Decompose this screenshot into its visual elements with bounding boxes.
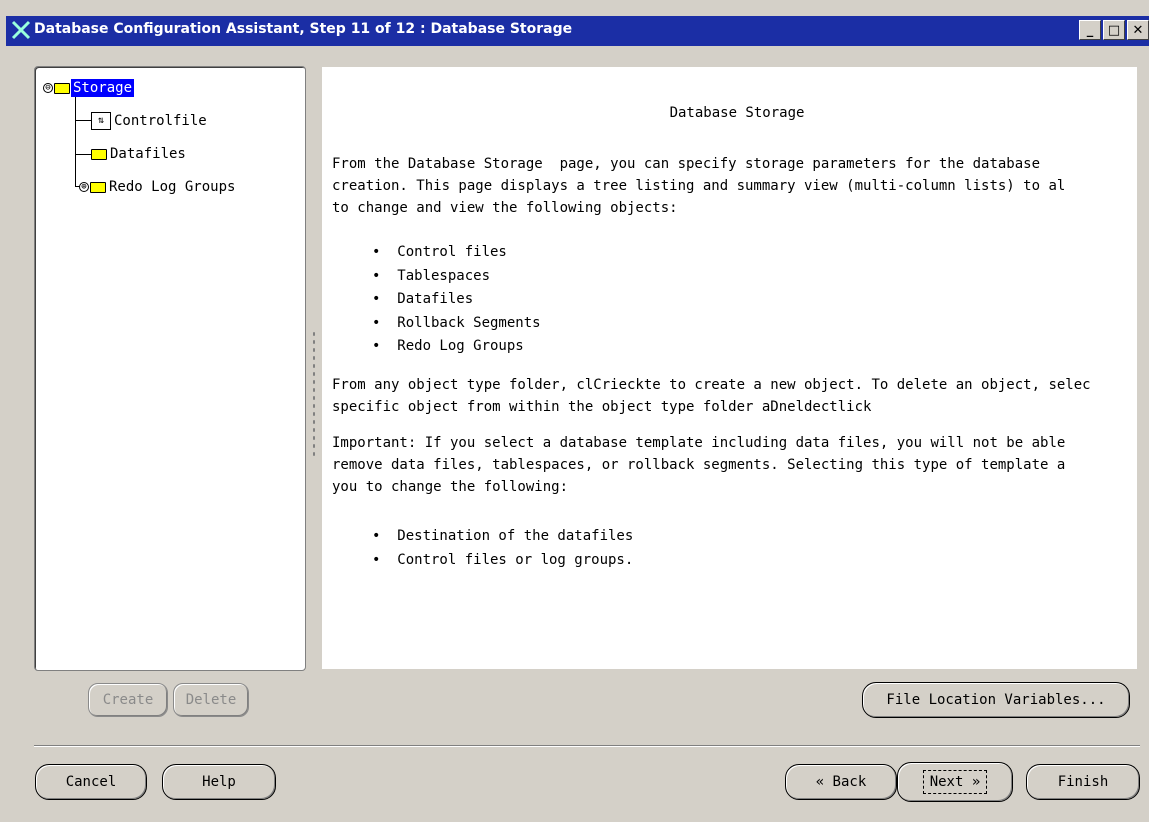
app-x-icon bbox=[11, 20, 31, 40]
content-paragraph-create-delete: From any object type folder, clCrieckte … bbox=[332, 377, 1091, 415]
tree-label-controlfile: Controlfile bbox=[114, 113, 207, 129]
controlfile-icon: ⇅ bbox=[91, 112, 111, 130]
tree-connector bbox=[75, 97, 76, 187]
content-title: Database Storage bbox=[669, 105, 805, 121]
tree-connector bbox=[75, 120, 91, 121]
back-button[interactable]: « Back bbox=[785, 764, 897, 800]
panel-splitter[interactable] bbox=[312, 330, 316, 460]
tree-node-storage[interactable]: ⊖ Storage bbox=[43, 77, 135, 99]
title-bar-inner[interactable]: Database Configuration Assistant, Step 1… bbox=[6, 16, 1149, 46]
object-list: • Control files • Tablespaces • Datafile… bbox=[372, 244, 541, 354]
tree-connector bbox=[75, 154, 91, 155]
delete-button[interactable]: Delete bbox=[173, 683, 249, 717]
content-paragraph-intro: From the Database Storage page, you can … bbox=[332, 156, 1066, 216]
collapse-icon[interactable]: ⊖ bbox=[43, 83, 53, 93]
next-button[interactable]: Next » bbox=[897, 762, 1013, 802]
template-change-list: • Destination of the datafiles • Control… bbox=[372, 528, 634, 568]
tree-node-controlfile[interactable]: ⇅ Controlfile bbox=[91, 110, 209, 132]
next-button-label: Next » bbox=[922, 770, 988, 794]
folder-icon bbox=[90, 181, 106, 193]
folder-icon bbox=[91, 148, 107, 160]
separator bbox=[34, 745, 1140, 747]
help-button[interactable]: Help bbox=[162, 764, 276, 800]
tree-node-datafiles[interactable]: Datafiles bbox=[91, 143, 188, 165]
storage-tree[interactable]: ⊖ Storage ⇅ Controlfile Datafiles ⊕ Redo… bbox=[34, 66, 306, 671]
window-title: Database Configuration Assistant, Step 1… bbox=[34, 21, 573, 37]
cancel-button[interactable]: Cancel bbox=[35, 764, 147, 800]
help-content-panel: Database Storage From the Database Stora… bbox=[322, 67, 1137, 669]
title-bar: Database Configuration Assistant, Step 1… bbox=[0, 0, 1149, 46]
file-location-variables-button[interactable]: File Location Variables... bbox=[862, 682, 1130, 718]
tree-node-redo-log-groups[interactable]: ⊕ Redo Log Groups bbox=[79, 176, 237, 198]
maximize-button[interactable]: □ bbox=[1103, 20, 1125, 40]
folder-icon bbox=[54, 82, 70, 94]
window-controls: _ □ ✕ bbox=[1077, 20, 1149, 42]
tree-label-redo-log-groups: Redo Log Groups bbox=[109, 179, 236, 195]
close-button[interactable]: ✕ bbox=[1127, 20, 1149, 40]
create-button[interactable]: Create bbox=[88, 683, 168, 717]
finish-button[interactable]: Finish bbox=[1026, 764, 1140, 800]
minimize-button[interactable]: _ bbox=[1079, 20, 1101, 40]
expand-icon[interactable]: ⊕ bbox=[79, 182, 89, 192]
tree-label-storage: Storage bbox=[71, 79, 135, 97]
content-paragraph-important: Important: If you select a database temp… bbox=[332, 435, 1066, 495]
tree-label-datafiles: Datafiles bbox=[110, 146, 186, 162]
